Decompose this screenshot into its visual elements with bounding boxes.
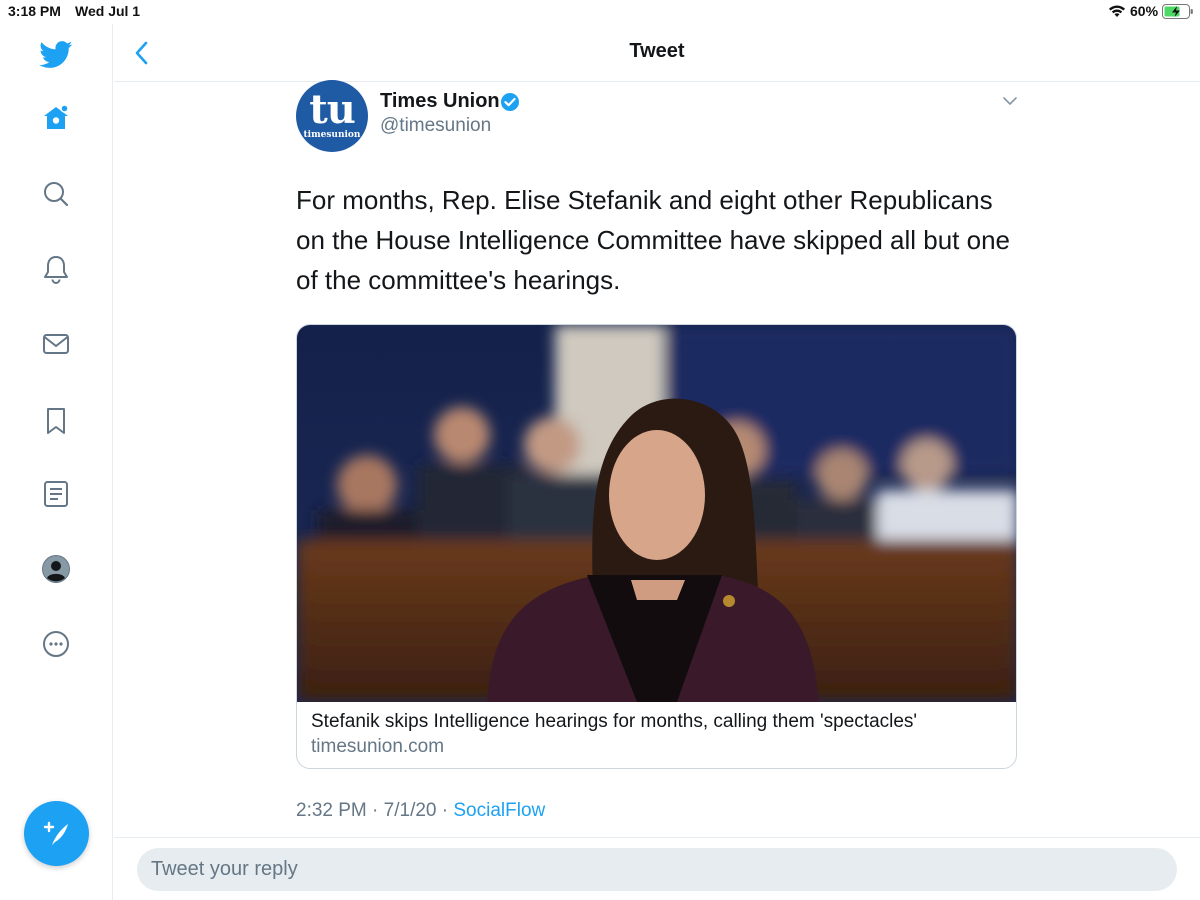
avatar-logo-text: tu: [309, 86, 356, 133]
status-date: Wed Jul 1: [75, 3, 141, 19]
meta-separator: ·: [441, 800, 449, 821]
top-header: Tweet: [114, 24, 1200, 82]
avatar[interactable]: tu timesunion: [296, 80, 368, 152]
profile-icon[interactable]: [38, 551, 74, 587]
bookmarks-icon[interactable]: [38, 403, 74, 439]
tweet-time: 2:32 PM: [296, 800, 367, 821]
link-card-image: [297, 325, 1016, 702]
battery-charging-icon: [1162, 4, 1193, 19]
twitter-logo-icon[interactable]: [38, 37, 74, 73]
author-display-name[interactable]: Times Union: [380, 90, 500, 113]
author-handle[interactable]: @timesunion: [380, 115, 491, 137]
avatar-logo-subtext: timesunion: [303, 130, 361, 140]
link-card[interactable]: Stefanik skips Intelligence hearings for…: [296, 324, 1017, 769]
status-bar: 3:18 PM Wed Jul 1 60%: [0, 0, 1200, 24]
home-icon[interactable]: [38, 100, 74, 136]
status-time: 3:18 PM: [8, 3, 61, 19]
notifications-bell-icon[interactable]: [38, 251, 74, 287]
wifi-icon: [1109, 5, 1125, 17]
compose-tweet-button[interactable]: [24, 801, 89, 866]
sidebar-nav: [0, 24, 113, 900]
tweet-text: For months, Rep. Elise Stefanik and eigh…: [296, 185, 1010, 295]
page-title: Tweet: [629, 40, 685, 62]
compose-tweet-icon: [43, 821, 68, 845]
reply-box[interactable]: [137, 848, 1177, 891]
tweet-source-link[interactable]: SocialFlow: [453, 800, 545, 821]
lists-icon[interactable]: [38, 476, 74, 512]
reply-input[interactable]: [137, 848, 1177, 891]
chevron-down-icon[interactable]: [1001, 94, 1019, 108]
battery-percent: 60%: [1130, 3, 1159, 19]
meta-separator: ·: [372, 800, 379, 821]
more-icon[interactable]: [38, 626, 74, 662]
link-card-domain: timesunion.com: [311, 736, 445, 757]
divider: [114, 837, 1200, 838]
messages-envelope-icon[interactable]: [38, 326, 74, 362]
search-icon[interactable]: [38, 176, 74, 212]
tweet-date: 7/1/20: [383, 800, 437, 821]
tweet-metadata: 2:32 PM · 7/1/20 · SocialFlow: [296, 800, 545, 822]
verified-badge-icon: [501, 93, 519, 111]
link-card-title: Stefanik skips Intelligence hearings for…: [311, 711, 918, 732]
